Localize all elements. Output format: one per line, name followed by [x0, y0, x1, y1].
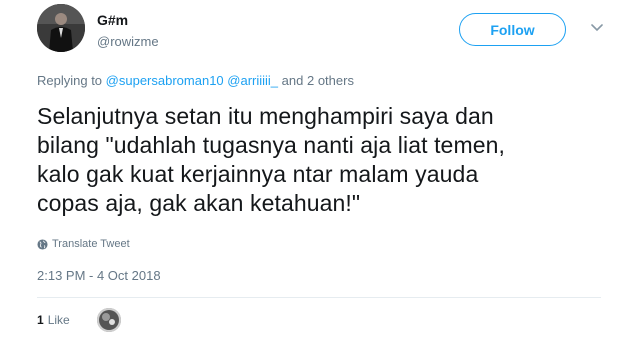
reply-context: Replying to @supersabroman10 @arriiiii_ …: [37, 73, 354, 88]
tweet-line: copas aja, gak akan ketahuan!": [37, 190, 361, 216]
follow-button[interactable]: Follow: [459, 13, 566, 46]
reply-prefix: Replying to: [37, 73, 103, 88]
avatar-image: [37, 4, 85, 52]
globe-icon: [37, 238, 48, 250]
mention-link[interactable]: @supersabroman10: [106, 73, 224, 88]
divider: [37, 297, 601, 298]
chevron-down-icon: [591, 24, 603, 32]
tweet-line: Selanjutnya setan itu menghampiri saya d…: [37, 103, 494, 129]
avatar[interactable]: [37, 4, 85, 52]
more-menu-button[interactable]: [587, 18, 607, 38]
like-count: 1: [37, 313, 44, 327]
liker-avatar[interactable]: [97, 308, 121, 332]
likes-stat[interactable]: 1 Like: [37, 313, 70, 327]
liker-avatar-image: [97, 308, 121, 332]
user-handle[interactable]: @rowizme: [97, 34, 159, 49]
like-label: Like: [47, 313, 70, 327]
display-name[interactable]: G#m: [97, 12, 128, 28]
translate-label: Translate Tweet: [52, 238, 130, 250]
tweet-timestamp[interactable]: 2:13 PM - 4 Oct 2018: [37, 268, 161, 283]
tweet-text: Selanjutnya setan itu menghampiri saya d…: [37, 102, 597, 218]
tweet-line: bilang "udahlah tugasnya nanti aja liat …: [37, 132, 505, 158]
reply-others-link[interactable]: and 2 others: [282, 73, 354, 88]
translate-tweet-link[interactable]: Translate Tweet: [37, 238, 130, 250]
tweet-line: kalo gak kuat kerjainnya ntar malam yaud…: [37, 161, 479, 187]
mention-link[interactable]: @arriiiii_: [227, 73, 278, 88]
